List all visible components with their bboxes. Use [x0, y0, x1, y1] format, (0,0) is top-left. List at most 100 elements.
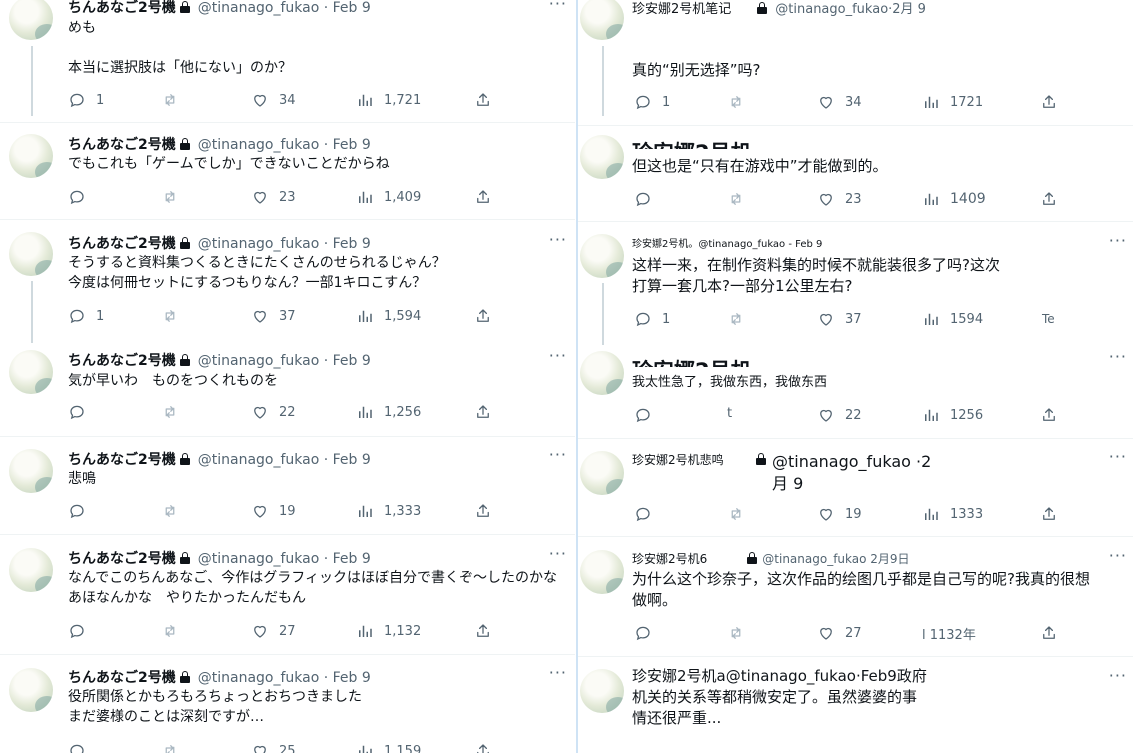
more-icon[interactable]: ··· [1109, 347, 1127, 366]
retweet-button[interactable] [727, 624, 755, 642]
tweet[interactable]: ちんあなご2号機 @tinanago_fukao · Feb 9 ··· なんでこ… [0, 534, 575, 655]
views-button[interactable]: 1333 [922, 505, 983, 523]
reply-button[interactable]: 1 [68, 307, 104, 325]
retweet-button[interactable] [161, 91, 189, 109]
avatar[interactable] [9, 350, 53, 394]
display-name[interactable]: ちんあなご2号機 [68, 353, 176, 369]
views-button[interactable]: 1,256 [356, 403, 421, 421]
avatar[interactable] [580, 550, 624, 594]
reply-button[interactable] [634, 190, 662, 208]
reply-button[interactable] [634, 624, 662, 642]
tweet[interactable]: 珍安娜2号机悲鸣 @tinanago_fukao ·2 月 9 ··· 19 1… [578, 438, 1133, 537]
views-button[interactable]: 1409 [922, 190, 986, 208]
like-button[interactable]: 22 [251, 403, 296, 421]
avatar[interactable] [9, 668, 53, 712]
reply-button[interactable]: 1 [68, 91, 104, 109]
more-icon[interactable]: ··· [549, 0, 567, 13]
display-name[interactable]: 珍安娜2号机 [632, 355, 752, 367]
avatar[interactable] [9, 548, 53, 592]
handle-and-date[interactable]: @tinanago_fukao · Feb 9 [198, 551, 371, 567]
retweet-button[interactable] [727, 505, 755, 523]
retweet-button[interactable]: t [727, 406, 732, 421]
display-name[interactable]: ちんあなご2号機 [68, 236, 176, 252]
display-name[interactable]: ちんあなご2号機 [68, 137, 176, 153]
tweet[interactable]: 珍安娜2号机6 @tinanago_fukao 2月9日 ··· 为什么这个珍奈子… [578, 536, 1133, 657]
share-button[interactable] [474, 622, 502, 640]
share-button[interactable] [1040, 93, 1068, 111]
like-button[interactable]: 25 [251, 742, 296, 753]
more-icon[interactable]: ··· [1109, 231, 1127, 250]
display-name[interactable]: ちんあなご2号機 [68, 670, 176, 686]
handle-and-date[interactable]: @tinanago_fukao·2月 9 [775, 2, 926, 17]
tweet[interactable]: ちんあなご2号機 @tinanago_fukao · Feb 9 ··· 気が早い… [0, 338, 575, 437]
like-button[interactable]: 37 [251, 307, 296, 325]
share-button[interactable] [1040, 624, 1068, 642]
reply-button[interactable] [634, 505, 662, 523]
more-icon[interactable]: ··· [549, 544, 567, 563]
avatar[interactable] [9, 449, 53, 493]
share-button[interactable] [474, 403, 502, 421]
retweet-button[interactable] [161, 403, 189, 421]
reply-button[interactable] [634, 406, 662, 424]
like-button[interactable]: 34 [251, 91, 296, 109]
share-button[interactable] [474, 502, 502, 520]
more-icon[interactable]: ··· [1109, 666, 1127, 685]
views-button[interactable]: 1,721 [356, 91, 421, 109]
like-button[interactable]: 23 [817, 190, 862, 208]
more-icon[interactable]: ··· [549, 445, 567, 464]
handle-and-date[interactable]: @tinanago_fukao ·2 月 9 [772, 451, 931, 495]
like-button[interactable]: 19 [817, 505, 862, 523]
like-button[interactable]: 19 [251, 502, 296, 520]
more-icon[interactable]: ··· [1109, 546, 1127, 565]
like-button[interactable]: 27 [817, 624, 862, 642]
tweet-header[interactable]: 珍安娜2号机。@tinanago_fukao - Feb 9 [632, 235, 822, 250]
retweet-button[interactable] [161, 742, 189, 753]
reply-button[interactable] [68, 742, 96, 753]
avatar[interactable] [580, 234, 624, 278]
reply-button[interactable] [68, 403, 96, 421]
views-button[interactable]: 1,159 [356, 742, 421, 753]
reply-button[interactable] [68, 502, 96, 520]
share-button[interactable] [1040, 406, 1068, 424]
reply-button[interactable]: 1 [634, 310, 670, 328]
handle-and-date[interactable]: @tinanago_fukao · Feb 9 [198, 670, 371, 686]
reply-button[interactable] [68, 188, 96, 206]
avatar[interactable] [580, 451, 624, 495]
views-button[interactable]: 1,333 [356, 502, 421, 520]
tweet[interactable]: 珍安娜2号机笔记 @tinanago_fukao·2月 9 真的“别无选择”吗? … [578, 0, 1133, 126]
views-button[interactable]: 1256 [922, 406, 983, 424]
handle-and-date[interactable]: @tinanago_fukao · Feb 9 [198, 452, 371, 468]
views-button[interactable]: l 1132年 [922, 624, 976, 643]
tweet[interactable]: ちんあなご2号機 @tinanago_fukao · Feb 9 でもこれも「ゲー… [0, 122, 575, 220]
views-button[interactable]: 1721 [922, 93, 983, 111]
share-button[interactable] [1040, 190, 1068, 208]
reply-button[interactable]: 1 [634, 93, 670, 111]
tweet[interactable]: ちんあなご2号機 @tinanago_fukao · Feb 9 ··· めも 本… [0, 0, 575, 123]
views-button[interactable]: 1594 [922, 310, 983, 328]
handle-and-date[interactable]: @tinanago_fukao · Feb 9 [198, 353, 371, 369]
tweet[interactable]: ちんあなご2号機 @tinanago_fukao · Feb 9 ··· 悲鳴 1… [0, 436, 575, 535]
views-button[interactable]: 1,132 [356, 622, 421, 640]
share-button[interactable] [474, 91, 502, 109]
more-icon[interactable]: ··· [549, 346, 567, 365]
retweet-button[interactable] [161, 502, 189, 520]
avatar[interactable] [580, 669, 624, 713]
tweet[interactable]: ··· 珍安娜2号机a@tinanago_fukao·Feb9政府 机关的关系等… [578, 656, 1133, 753]
handle-and-date[interactable]: @tinanago_fukao 2月9日 [762, 552, 909, 566]
tweet[interactable]: ちんあなご2号機 @tinanago_fukao · Feb 9 ··· そうする… [0, 219, 575, 343]
tweet[interactable]: 珍安娜2号机 但这也是“只有在游戏中”才能做到的。 23 1409 [578, 125, 1133, 222]
avatar[interactable] [580, 135, 624, 179]
more-icon[interactable]: ··· [549, 663, 567, 682]
display-name[interactable]: ちんあなご2号機 [68, 452, 176, 468]
display-name[interactable]: 珍安娜2号机6 [632, 552, 707, 566]
views-button[interactable]: 1,594 [356, 307, 421, 325]
tweet[interactable]: 珍安娜2号机 ··· 我太性急了，我做东西，我做东西 t 22 1256 [578, 341, 1133, 439]
retweet-button[interactable] [727, 93, 755, 111]
handle-and-date[interactable]: @tinanago_fukao · Feb 9 [198, 137, 371, 153]
retweet-button[interactable] [161, 188, 189, 206]
retweet-button[interactable] [161, 622, 189, 640]
share-button[interactable] [1040, 505, 1068, 523]
more-icon[interactable]: ··· [1109, 447, 1127, 466]
tweet[interactable]: 珍安娜2号机。@tinanago_fukao - Feb 9 ··· 这样一来，… [578, 221, 1133, 345]
tweet[interactable]: ちんあなご2号機 @tinanago_fukao · Feb 9 ··· 役所関係… [0, 654, 575, 753]
